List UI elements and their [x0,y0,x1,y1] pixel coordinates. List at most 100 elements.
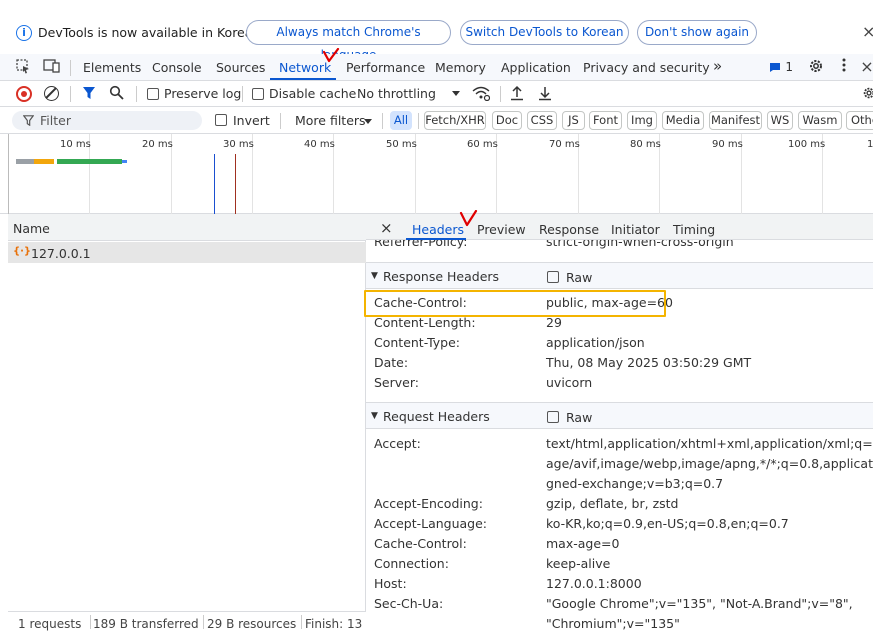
network-overview[interactable]: 10 ms 20 ms 30 ms 40 ms 50 ms 60 ms 70 m… [0,134,873,214]
filter-divider [418,113,419,129]
more-options-icon[interactable] [835,58,853,76]
timing-tail-bar [122,160,127,163]
network-toolbar: Preserve log Disable cache No throttling [0,81,873,107]
language-infobar: i DevTools is now available in Korean! A… [0,10,873,62]
infobar-close-icon[interactable]: × [862,22,873,41]
inspect-element-icon[interactable] [14,58,32,76]
header-value: age/avif,image/webp,image/apng,*/*;q=0.8… [546,456,873,471]
header-key: Accept-Language: [374,516,488,531]
close-details-icon[interactable]: × [380,219,393,237]
more-tabs-icon[interactable]: » [713,57,722,75]
more-filters-dropdown[interactable]: More filters [295,113,366,128]
network-conditions-icon[interactable] [472,85,491,104]
chip-media[interactable]: Media [662,111,704,130]
invert-label: Invert [233,113,270,128]
header-value: Thu, 08 May 2025 03:50:29 GMT [546,355,752,370]
request-headers-section[interactable]: ▼ Request Headers Raw [366,402,873,429]
response-raw-checkbox[interactable] [547,271,559,283]
red-check-mark-headers [459,210,478,227]
response-headers-title: Response Headers [383,269,500,284]
status-divider [203,615,204,629]
issues-counter[interactable]: 1 [766,58,796,76]
response-headers-section[interactable]: ▼ Response Headers Raw [366,262,873,289]
disable-cache-checkbox[interactable] [252,88,264,100]
import-har-icon[interactable] [510,85,524,104]
throttling-dropdown-icon[interactable] [452,91,460,96]
tab-headers[interactable]: Headers [412,222,464,237]
chip-other[interactable]: Othe [846,111,873,130]
fetch-request-icon: {·} [13,246,32,257]
device-toolbar-icon[interactable] [43,58,61,76]
header-key: Connection: [374,556,449,571]
request-details-pane: × Headers Preview Response Initiator Tim… [366,214,873,631]
chip-font[interactable]: Font [589,111,622,130]
request-raw-checkbox[interactable] [547,411,559,423]
filter-funnel-icon [22,115,35,129]
record-stop-icon[interactable] [16,86,32,102]
throttling-select[interactable]: No throttling [357,86,436,101]
tab-privacy-security[interactable]: Privacy and security [583,60,710,75]
clear-icon[interactable] [44,86,59,101]
status-resources: 29 B resources [207,617,297,631]
close-devtools-icon[interactable]: × [858,58,873,76]
chip-wasm[interactable]: Wasm [798,111,842,130]
collapse-triangle-icon[interactable]: ▼ [371,411,378,421]
detail-tabs: × Headers Preview Response Initiator Tim… [366,214,873,240]
switch-korean-button[interactable]: Switch DevTools to Korean [460,20,629,45]
tab-memory[interactable]: Memory [435,60,486,75]
response-raw-label: Raw [566,270,593,285]
header-key: Referrer-Policy: [374,240,468,249]
header-value: "Chromium";v="135" [546,616,680,631]
chip-fetch-xhr[interactable]: Fetch/XHR [424,111,486,130]
chip-css[interactable]: CSS [527,111,557,130]
tabbar-divider [70,60,71,76]
tab-initiator[interactable]: Initiator [611,222,660,237]
chip-js[interactable]: JS [562,111,585,130]
status-divider [301,615,302,629]
request-row[interactable]: {·} 127.0.0.1 [8,242,366,263]
chip-all[interactable]: All [390,111,412,130]
chip-img[interactable]: Img [627,111,657,130]
toolbar-divider [70,86,71,102]
header-value: text/html,application/xhtml+xml,applicat… [546,436,873,451]
more-filters-chevron-icon[interactable] [364,119,372,124]
filter-input[interactable]: Filter [12,111,202,130]
tab-performance[interactable]: Performance [346,60,425,75]
header-key: Content-Type: [374,335,460,350]
network-status-bar: 1 requests 189 B transferred 29 B resour… [8,611,371,631]
tab-application[interactable]: Application [501,60,571,75]
chip-doc[interactable]: Doc [492,111,522,130]
dont-show-again-button[interactable]: Don't show again [637,20,757,45]
invert-checkbox[interactable] [215,114,227,126]
tab-response[interactable]: Response [539,222,599,237]
tick-label: 90 ms [712,139,743,150]
status-divider [90,615,91,629]
network-settings-gear-icon[interactable] [862,85,873,104]
header-key: Sec-Ch-Ua: [374,596,444,611]
status-transferred: 189 B transferred [93,617,199,631]
header-value: gzip, deflate, br, zstd [546,496,679,511]
tab-sources[interactable]: Sources [216,60,265,75]
match-language-button[interactable]: Always match Chrome's language [246,20,451,62]
header-key: Host: [374,576,407,591]
settings-gear-icon[interactable] [807,58,825,76]
filter-funnel-icon[interactable] [82,86,96,103]
chip-manifest[interactable]: Manifest [709,111,762,130]
header-value: keep-alive [546,556,611,571]
chip-ws[interactable]: WS [767,111,793,130]
preserve-log-checkbox[interactable] [147,88,159,100]
header-value: "Google Chrome";v="135", "Not-A.Brand";v… [546,596,853,611]
collapse-triangle-icon[interactable]: ▼ [371,271,378,281]
tab-elements[interactable]: Elements [83,60,141,75]
search-icon[interactable] [109,85,124,103]
tab-console[interactable]: Console [152,60,202,75]
header-key: Accept-Encoding: [374,496,483,511]
requests-pane: Name {·} 127.0.0.1 1 requests 189 B tran… [8,214,371,631]
timing-queue-bar [16,159,34,164]
tick-label: 30 ms [223,139,254,150]
tab-timing[interactable]: Timing [673,222,715,237]
export-har-icon[interactable] [538,85,552,104]
status-requests: 1 requests [18,617,82,631]
name-column-header[interactable]: Name [8,214,366,241]
tab-preview[interactable]: Preview [477,222,526,237]
